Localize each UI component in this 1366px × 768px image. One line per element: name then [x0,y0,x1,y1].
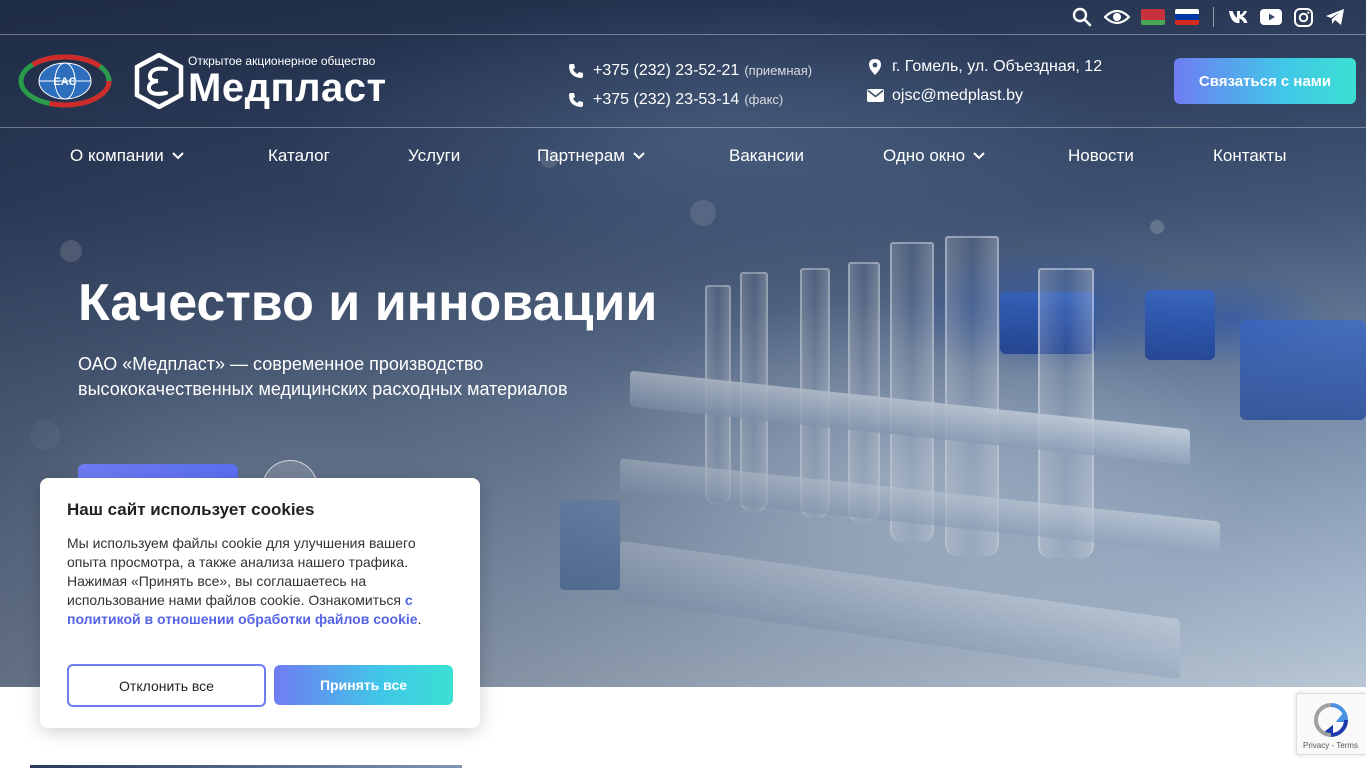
cookie-banner: Наш сайт использует cookies Мы используе… [40,478,480,728]
email-text: ojsc@medplast.by [892,86,1023,104]
nav-item-label: Каталог [268,146,330,165]
address-text: г. Гомель, ул. Объездная, 12 [892,57,1103,75]
vk-icon[interactable] [1228,6,1250,28]
nav-item-label: Одно окно [883,146,966,165]
topbar-divider [1213,7,1214,27]
phone-icon [567,91,585,109]
phone-icon [567,62,585,80]
nav-item-one-window[interactable]: Одно окно [883,146,985,166]
nav-item-catalog[interactable]: Каталог [268,146,330,166]
nav-item-partners[interactable]: Партнерам [537,146,645,166]
youtube-icon[interactable] [1260,6,1282,28]
nav-item-label: Партнерам [537,146,625,165]
nav-item-vacancies[interactable]: Вакансии [729,146,804,166]
cookie-text: Мы используем файлы cookie для улучшения… [67,534,453,629]
main-nav: О компании Каталог Услуги Партнерам Вака… [0,128,1366,188]
eye-icon[interactable] [1103,6,1131,28]
nav-item-label: Вакансии [729,146,804,165]
nav-item-label: Новости [1068,146,1134,165]
nav-item-news[interactable]: Новости [1068,146,1134,166]
contact-us-button[interactable]: Связаться с нами [1174,58,1356,104]
nav-item-label: О компании [70,146,164,165]
site-header: EAC Открытое акционерное общество Медпла… [0,35,1366,128]
instagram-icon[interactable] [1292,6,1314,28]
eac-logo-text: EAC [53,76,76,88]
brand-name: Медпласт [188,66,387,110]
nav-item-label: Услуги [408,146,461,165]
phone-fax-note: (факс) [744,92,784,107]
phone-contacts: +375 (232) 23-52-21 (приемная) +375 (232… [567,56,812,114]
phone-row-fax[interactable]: +375 (232) 23-53-14 (факс) [567,85,812,114]
address-contacts: г. Гомель, ул. Объездная, 12 ojsc@medpla… [866,52,1102,110]
decline-all-button[interactable]: Отклонить все [67,664,266,707]
location-pin-icon [866,58,884,76]
email-row[interactable]: ojsc@medplast.by [866,81,1102,110]
cookie-title: Наш сайт использует cookies [67,500,315,519]
chevron-down-icon [973,152,985,160]
address-row: г. Гомель, ул. Объездная, 12 [866,52,1102,81]
nav-item-services[interactable]: Услуги [408,146,460,166]
hero-subtitle: ОАО «Медпласт» — современное производств… [78,354,568,399]
eac-logo: EAC [18,54,112,108]
flag-by-icon[interactable] [1141,9,1165,25]
phone-fax: +375 (232) 23-53-14 [593,90,740,108]
envelope-icon [866,87,884,105]
search-icon[interactable] [1071,6,1093,28]
chevron-down-icon [633,152,645,160]
hero-title: Качество и инновации [78,274,658,332]
cookie-text-body: Мы используем файлы cookie для улучшения… [67,535,416,608]
phone-reception: +375 (232) 23-52-21 [593,61,740,79]
nav-item-about[interactable]: О компании [70,146,184,166]
recaptcha-icon [1313,703,1349,738]
recaptcha-terms[interactable]: Privacy - Terms [1303,741,1358,750]
flag-ru-icon[interactable] [1175,9,1199,25]
medplast-logo-icon [134,52,184,110]
accept-all-button[interactable]: Принять все [274,665,453,705]
phone-reception-note: (приемная) [744,63,813,78]
phone-row-reception[interactable]: +375 (232) 23-52-21 (приемная) [567,56,812,85]
brand-logo[interactable]: Открытое акционерное общество Медпласт [134,52,387,110]
top-bar [0,0,1366,35]
recaptcha-badge[interactable]: Privacy - Terms [1296,693,1366,755]
nav-item-label: Контакты [1213,146,1287,165]
cookie-text-end: . [417,611,422,627]
nav-item-contacts[interactable]: Контакты [1213,146,1286,166]
chevron-down-icon [172,152,184,160]
telegram-icon[interactable] [1324,6,1346,28]
